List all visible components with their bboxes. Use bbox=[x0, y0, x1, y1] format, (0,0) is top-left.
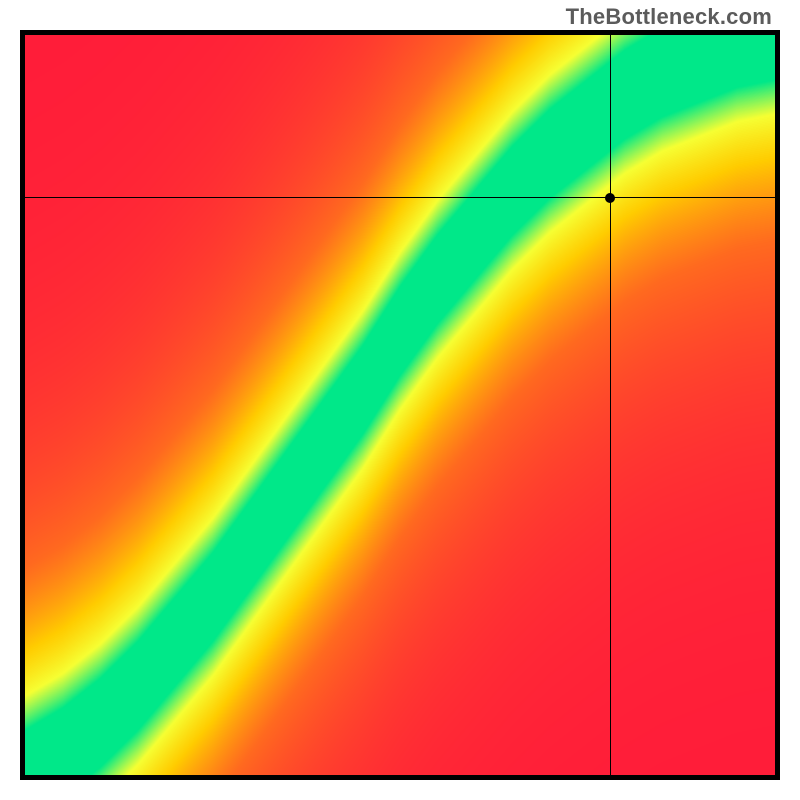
heatmap-canvas bbox=[25, 35, 775, 775]
watermark-label: TheBottleneck.com bbox=[566, 4, 772, 30]
chart-container: TheBottleneck.com bbox=[0, 0, 800, 800]
plot-area bbox=[20, 30, 780, 780]
